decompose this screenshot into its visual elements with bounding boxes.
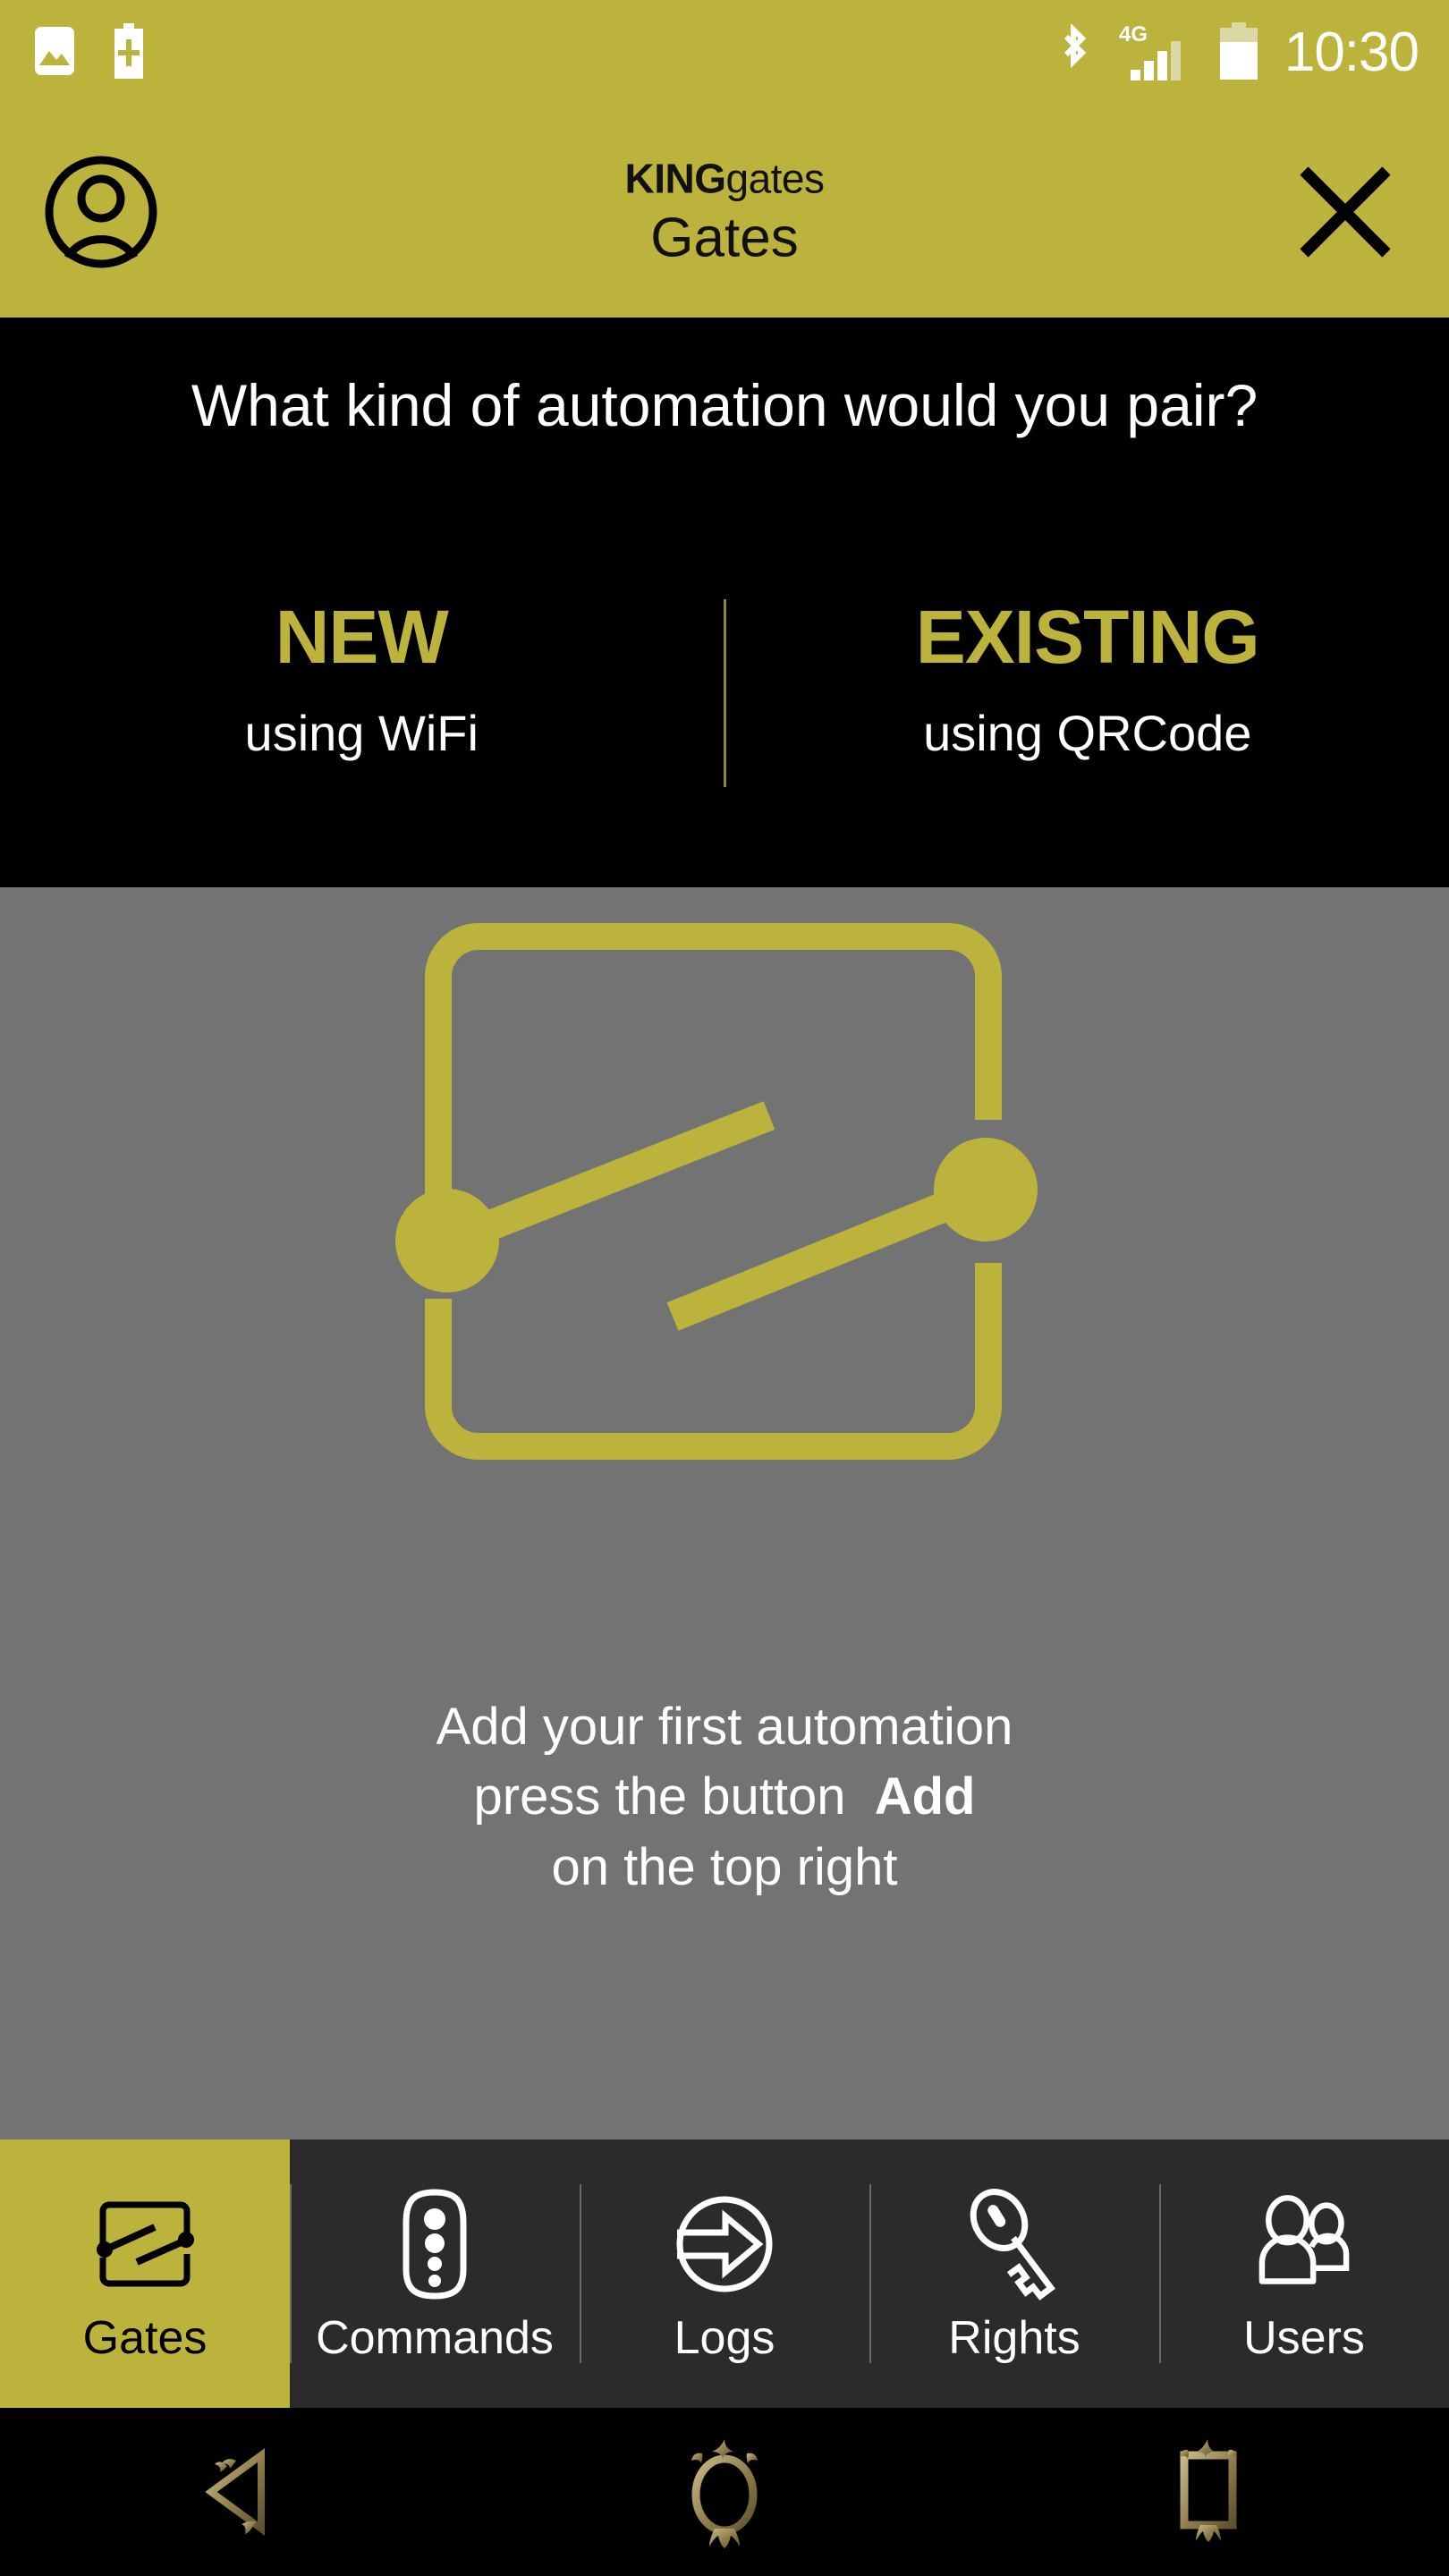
system-back-button[interactable] [0,2443,483,2541]
users-icon [1250,2186,1358,2302]
brand-block: KINGgates Gates [411,157,1038,267]
svg-text:4G: 4G [1119,22,1148,47]
tab-logs[interactable]: Logs [580,2140,869,2408]
battery-plus-icon [109,22,148,83]
close-button[interactable] [1292,158,1399,266]
bottom-tab-bar: Gates Commands Logs Rights Users [0,2140,1449,2408]
empty-state-line-3: on the top right [551,1837,898,1896]
account-circle-icon [45,156,157,267]
tab-gates-label: Gates [82,2312,208,2364]
tab-separator [290,2184,292,2363]
app-header: KINGgates Gates [0,106,1449,318]
page-title: Gates [650,207,799,269]
empty-state-text: Add your first automation press the butt… [0,1692,1449,1902]
back-icon [205,2448,265,2536]
status-bar-right-icons: 4G 10:30 [1054,21,1449,85]
brand-logo: KINGgates [411,157,1038,199]
signal-4g-icon: 4G [1116,21,1193,85]
status-bar-left-icons [0,22,148,83]
image-icon [34,26,75,80]
tab-gates[interactable]: Gates [0,2140,290,2408]
pairing-panel: What kind of automation would you pair? … [0,318,1449,887]
empty-state-add-keyword: Add [874,1767,976,1826]
system-home-button[interactable] [483,2434,966,2550]
pairing-options: NEW using WiFi EXISTING using QRCode [0,599,1449,787]
status-bar-clock: 10:30 [1284,21,1419,83]
pairing-option-new-subtitle: using WiFi [244,705,479,761]
tab-users-label: Users [1243,2312,1365,2364]
system-navigation-bar [0,2408,1449,2576]
home-icon [691,2439,758,2548]
pairing-option-new[interactable]: NEW using WiFi [0,599,724,758]
tab-logs-label: Logs [674,2312,775,2364]
pairing-question: What kind of automation would you pair? [191,372,1258,438]
tab-separator [1159,2184,1161,2363]
brand-gates: gates [725,154,825,201]
tab-separator [580,2184,581,2363]
bluetooth-icon [1054,22,1093,82]
remote-control-icon [381,2186,488,2302]
circle-arrow-in-icon [671,2186,778,2302]
gate-automation-illustration [385,878,1064,1504]
empty-state-line-2-prefix: press the button [473,1767,846,1826]
system-recents-button[interactable] [966,2434,1449,2550]
tab-users[interactable]: Users [1159,2140,1449,2408]
empty-state-panel: Add your first automation press the butt… [0,887,1449,2140]
close-x-icon [1300,165,1391,258]
pairing-option-existing[interactable]: EXISTING using QRCode [726,599,1449,758]
app-screen: 4G 10:30 KINGgates Gates What kind of au… [0,0,1449,2576]
gate-automation-icon [91,2186,199,2302]
key-icon [961,2186,1068,2302]
battery-icon [1216,21,1261,84]
tab-commands-label: Commands [316,2312,554,2364]
status-bar: 4G 10:30 [0,0,1449,106]
tab-rights[interactable]: Rights [869,2140,1159,2408]
pairing-option-existing-title: EXISTING [915,595,1260,679]
account-button[interactable] [43,154,159,270]
empty-state-line-1: Add your first automation [436,1698,1013,1756]
pairing-option-new-title: NEW [275,595,449,679]
tab-commands[interactable]: Commands [290,2140,580,2408]
recents-icon [1180,2439,1237,2542]
empty-state-line-2: press the button Add [0,1762,1449,1832]
pairing-option-existing-subtitle: using QRCode [923,705,1252,761]
tab-separator [869,2184,871,2363]
brand-king: KING [624,154,726,201]
tab-rights-label: Rights [948,2312,1080,2364]
